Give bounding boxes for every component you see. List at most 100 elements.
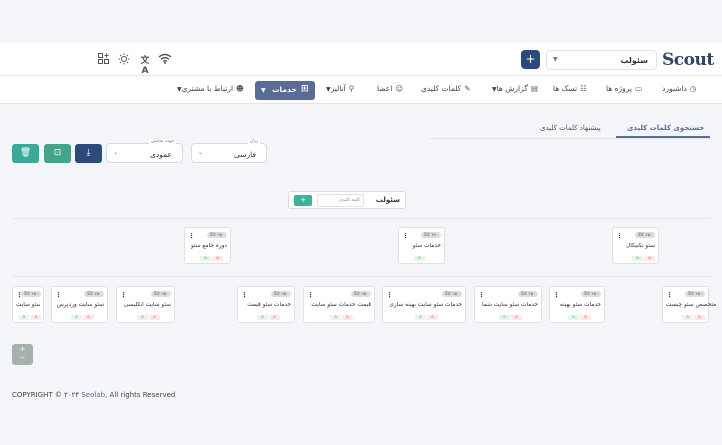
nav-members[interactable]: اعضا ☺	[377, 84, 403, 93]
edit-icon: ✎	[464, 84, 471, 93]
keyword-card[interactable]: ⋮ SV: ۲۵۰ خدمات سئو سایت بهینه سازی 0 0	[382, 286, 466, 323]
more-menu-icon[interactable]: ⋮	[386, 291, 393, 299]
keyword-card[interactable]: ⋮ SV: ۲۵۰ سئو سایت وردپرس 0 0	[51, 286, 108, 323]
red-badge: 0	[149, 315, 160, 320]
more-menu-icon[interactable]: ⋮	[553, 291, 560, 299]
keyword-label: قیمت خدمات سئو سایت	[311, 302, 371, 308]
green-badge: 0	[19, 315, 29, 320]
search-volume-badge: SV: ۲۵۰	[580, 291, 601, 297]
zoom-in-button[interactable]: +	[12, 345, 33, 354]
add-project-button[interactable]: +	[521, 50, 540, 69]
footer-suffix: , All rights Reserved	[105, 391, 176, 399]
shortcuts-icon[interactable]	[96, 53, 110, 67]
green-badge: 0	[330, 315, 341, 320]
keyword-label: خدمات سئو قیمت	[247, 302, 291, 308]
more-menu-icon[interactable]: ⋮	[241, 291, 248, 299]
nav-tasks[interactable]: تسک ها ☷	[553, 84, 587, 93]
green-badge: 0	[414, 256, 425, 261]
more-menu-icon[interactable]: ⋮	[55, 291, 62, 299]
green-badge: 0	[499, 315, 510, 320]
more-menu-icon[interactable]: ⋮	[307, 291, 314, 299]
app-logo[interactable]: Scout	[662, 50, 714, 70]
tree-connector	[12, 218, 710, 219]
export-button[interactable]: ⊡	[44, 144, 71, 163]
translate-icon[interactable]: 文A	[138, 53, 152, 76]
zoom-out-button[interactable]: −	[12, 354, 33, 363]
dashboard-icon: ◷	[689, 84, 697, 93]
red-badge: 0	[342, 315, 353, 320]
red-badge: 0	[269, 315, 280, 320]
keyword-card[interactable]: ⋮ SV: ۲۵۰ خدمات سئو بهینه 0 0	[549, 286, 605, 323]
nav-label: خدمات	[272, 85, 297, 94]
nav-services[interactable]: ▼ خدمات ⊞	[255, 81, 315, 100]
users-icon: ☺	[395, 84, 404, 93]
nav-dashboard[interactable]: داشبورد ◷	[662, 84, 696, 93]
task-list-icon: ☷	[580, 84, 587, 93]
keyword-label: خدمات سئو سایت بهینه سازی	[389, 302, 462, 308]
nav-label: تسک ها	[553, 84, 578, 93]
search-volume-badge: SV: ۲۵۰	[634, 232, 655, 238]
nav-label: اعضا	[377, 84, 393, 93]
search-volume-badge: SV: ۲۵۰	[517, 291, 538, 297]
chevron-down-icon: ▼	[553, 56, 558, 63]
nav-projects[interactable]: پروژه ها ▭	[606, 84, 642, 93]
green-badge: 0	[682, 315, 693, 320]
tab-keyword-search[interactable]: جستجوی کلمات کلیدی	[627, 124, 704, 132]
language-select-label: زبان	[247, 139, 260, 144]
tab-keyword-suggestions[interactable]: پیشنهاد کلمات کلیدی	[540, 124, 601, 132]
project-select[interactable]: سئولب ▼	[546, 50, 657, 70]
green-badge: 0	[200, 256, 211, 261]
nav-analysis[interactable]: ▼آنالیز ⚲	[324, 84, 354, 93]
nav-label: کلمات کلیدی	[421, 84, 462, 93]
language-select[interactable]: زبان فارسی ⌄	[191, 139, 267, 163]
direction-select-value: عمودی	[150, 150, 172, 159]
search-volume-badge: SV: ۲۵۰	[83, 291, 104, 297]
wifi-icon	[158, 53, 172, 67]
more-menu-icon[interactable]: ⋮	[120, 291, 127, 299]
download-icon: ⤓	[86, 148, 91, 158]
export-icon: ⊡	[53, 148, 62, 158]
more-menu-icon[interactable]: ⋮	[478, 291, 485, 299]
more-menu-icon[interactable]: ⋮	[402, 232, 409, 240]
keyword-card[interactable]: ⋮ SV: ۲۵۰ قیمت خدمات سئو سایت 0 0	[303, 286, 375, 323]
tree-root-node[interactable]: سئولب کلمه کلیدی +	[288, 191, 406, 209]
chevron-down-icon: ⌄	[113, 149, 119, 156]
keyword-card[interactable]: ⋮ SV: ۲۵۰ دوره جامع سئو 0 0	[184, 227, 231, 264]
keyword-input[interactable]: کلمه کلیدی	[317, 194, 364, 207]
red-badge: 0	[580, 315, 591, 320]
search-volume-badge: SV: ۲۵۰	[270, 291, 291, 297]
keyword-card[interactable]: ⋮ SV: ۲۵۰ خدمات سئو سایت شما 0 0	[474, 286, 542, 323]
footer-prefix: COPYRIGHT © ۲۰۲۴	[12, 391, 82, 399]
more-menu-icon[interactable]: ⋮	[188, 232, 195, 240]
analysis-icon: ⚲	[348, 84, 355, 93]
project-select-value: سئولب	[620, 56, 648, 65]
nav-keywords[interactable]: کلمات کلیدی ✎	[421, 84, 471, 93]
keyword-card[interactable]: ⋮ SV: ۲۵۰ متخصص سئو چیست 0 0	[662, 286, 716, 323]
red-badge: 0	[83, 315, 94, 320]
red-badge: 0	[511, 315, 522, 320]
keyword-card[interactable]: ⋮ SV: ۲۵۰ سئو تکنیکال 0 0	[612, 227, 659, 264]
search-volume-badge: SV: ۲۵۰	[684, 291, 705, 297]
delete-button[interactable]: 🗑	[12, 144, 39, 163]
red-badge: 0	[31, 315, 41, 320]
keyword-label: خدمات سئو بهینه	[559, 302, 601, 308]
keyword-card[interactable]: ⋮ SV: ۲۵۰ خدمات سئو قیمت 0 0	[237, 286, 295, 323]
sun-icon[interactable]	[117, 53, 131, 68]
keyword-card[interactable]: ⋮ SV: ۳۸۰ خدمات سئو 0	[398, 227, 445, 264]
footer-brand-link[interactable]: Seolab	[81, 391, 105, 399]
nav-reports[interactable]: ▼گزارش ها ▤	[490, 84, 538, 93]
download-button[interactable]: ⤓	[75, 144, 102, 163]
direction-select[interactable]: جهت نمایش عمودی ⌄	[106, 139, 183, 163]
keyword-label: خدمات سئو سایت شما	[482, 302, 538, 308]
more-menu-icon[interactable]: ⋮	[666, 291, 673, 299]
nav-customer-relations[interactable]: ▼ارتباط با مشتری ☻	[175, 84, 244, 93]
keyword-card[interactable]: ⋮ SV: ۲۵۰ سئو سایت انگلیسی 0 0	[116, 286, 175, 323]
add-keyword-button[interactable]: +	[294, 195, 312, 206]
zoom-controls: + −	[12, 344, 33, 365]
keyword-label: خدمات سئو	[412, 243, 441, 249]
keyword-card[interactable]: ⋮ SV: ۲۵۰ سئو سایت 0 0	[12, 286, 44, 323]
red-badge: 0	[427, 315, 438, 320]
root-keyword: سئولب	[375, 196, 400, 204]
chevron-down-icon: ▼	[261, 87, 266, 94]
more-menu-icon[interactable]: ⋮	[616, 232, 623, 240]
